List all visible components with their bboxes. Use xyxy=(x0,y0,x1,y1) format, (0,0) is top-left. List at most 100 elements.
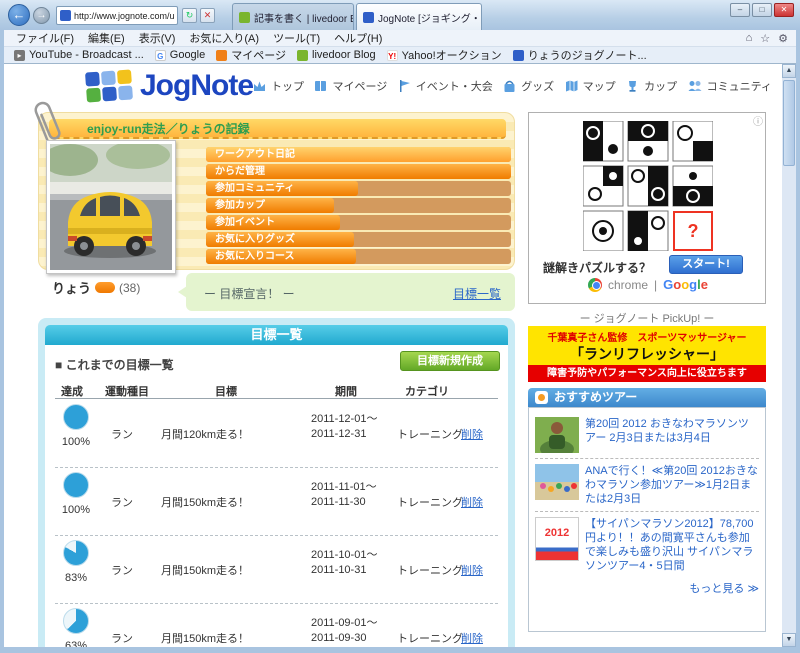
nav-label: マップ xyxy=(582,81,616,93)
nav-label: マイページ xyxy=(332,81,388,93)
event-flag-icon xyxy=(399,80,410,92)
window-bottom-border xyxy=(0,647,800,653)
more-tours-link[interactable]: もっと見る ≫ xyxy=(535,580,759,596)
home-icon[interactable]: ⌂ xyxy=(746,32,753,45)
tab-livedoor[interactable]: 記事を書く | livedoor Blog xyxy=(232,3,354,30)
yahoo-icon: Y! xyxy=(386,49,398,61)
menu-help[interactable]: ヘルプ(H) xyxy=(328,30,388,46)
goal-row: 100% ラン 月間120km走る！ 2011-12-01～ 2011-12-31… xyxy=(55,400,498,468)
tab-jognote[interactable]: JogNote [ジョギング・マ... ✕ xyxy=(356,3,482,30)
tour-icon xyxy=(535,391,548,404)
top-icon xyxy=(254,81,265,91)
menu-bar-label: 参加カップ xyxy=(206,198,334,213)
menu-communities[interactable]: 参加コミュニティ xyxy=(206,181,511,196)
nav-events[interactable]: イベント・大会 xyxy=(397,78,493,94)
maximize-button[interactable]: □ xyxy=(752,3,772,17)
menu-favorite-courses[interactable]: お気に入りコース xyxy=(206,249,511,264)
favorite-label: YouTube - Broadcast ... xyxy=(29,49,144,61)
nav-label: トップ xyxy=(271,81,304,93)
minimize-button[interactable]: – xyxy=(730,3,750,17)
livedoor-tab-favicon xyxy=(239,11,250,23)
forward-button[interactable]: → xyxy=(33,7,50,24)
period: 2011-10-01～ 2011-10-31 xyxy=(311,548,377,578)
nav-mypage[interactable]: マイページ xyxy=(313,78,387,94)
profile-menu: ワークアウト日記 からだ管理 参加コミュニティ 参加カップ 参加イベント お気に… xyxy=(206,147,511,266)
nav-community[interactable]: コミュニティ xyxy=(687,78,772,94)
nav-cups[interactable]: カップ xyxy=(625,78,677,94)
progress-pie xyxy=(63,540,89,566)
delete-link[interactable]: 削除 xyxy=(461,426,483,442)
goal-declaration-bubble: ー 目標宣言！ ー 目標一覧 xyxy=(178,273,515,311)
menu-cups[interactable]: 参加カップ xyxy=(206,198,511,213)
tours-box: 第20回 2012 おきなわマラソンツアー 2月3日または3月4日 ANAで行く… xyxy=(528,407,766,632)
period: 2011-11-01～ 2011-11-30 xyxy=(311,480,377,510)
scrollbar-thumb[interactable] xyxy=(783,80,795,166)
ad-info-icon[interactable]: ⓘ xyxy=(753,113,763,128)
start-button[interactable]: スタート! xyxy=(669,255,743,274)
tab-label: 記事を書く | livedoor Blog xyxy=(254,13,353,25)
jognote-logo[interactable]: JogNote xyxy=(85,69,254,103)
sport: ラン xyxy=(111,633,133,645)
favorite-livedoor[interactable]: livedoor Blog xyxy=(297,49,376,61)
tours-title: おすすめツアー xyxy=(554,390,638,404)
tour-link[interactable]: 【サイパンマラソン2012】78,700円より！！あの間寛平さんも参加で楽しみも… xyxy=(585,517,759,573)
scroll-up-arrow[interactable]: ▲ xyxy=(782,64,796,78)
address-bar[interactable] xyxy=(56,6,178,25)
goals-table-header: 達成 運動種目 目標 期間 カテゴリ xyxy=(55,381,498,399)
delete-link[interactable]: 削除 xyxy=(461,494,483,510)
col-category: カテゴリ xyxy=(405,386,449,398)
close-button[interactable]: ✕ xyxy=(774,3,794,17)
favorites-bar: ▸ YouTube - Broadcast ... G Google マイページ l… xyxy=(4,47,796,64)
favorite-google[interactable]: G Google xyxy=(154,49,205,61)
favorite-label: livedoor Blog xyxy=(312,49,376,61)
nav-top[interactable]: トップ xyxy=(252,78,304,94)
menu-events[interactable]: 参加イベント xyxy=(206,215,511,230)
tour-item[interactable]: 2012 【サイパンマラソン2012】78,700円より！！あの間寛平さんも参加… xyxy=(535,514,759,576)
trophy-icon xyxy=(629,81,637,92)
tools-icon[interactable]: ⚙ xyxy=(778,32,788,45)
goals-panel: 目標一覧 ■ これまでの目標一覧 目標新規作成 達成 運動種目 目標 期間 カテ… xyxy=(38,318,515,647)
goal-list-link[interactable]: 目標一覧 xyxy=(453,285,501,302)
scroll-down-arrow[interactable]: ▼ xyxy=(782,633,796,647)
new-goal-button[interactable]: 目標新規作成 xyxy=(400,351,500,371)
nav-goods[interactable]: グッズ xyxy=(502,78,554,94)
favorite-jognote[interactable]: りょうのジョグノート... xyxy=(512,47,647,63)
sport: ラン xyxy=(111,429,133,441)
nav-map[interactable]: マップ xyxy=(564,78,616,94)
menu-favorites[interactable]: お気に入り(A) xyxy=(183,30,265,46)
delete-link[interactable]: 削除 xyxy=(461,562,483,578)
menu-favorite-goods[interactable]: お気に入りグッズ xyxy=(206,232,511,247)
goal-text: 月間150km走る！ xyxy=(161,633,250,645)
menu-file[interactable]: ファイル(F) xyxy=(10,30,80,46)
tour-link[interactable]: ANAで行く！≪第20回 2012おきなわマラソン参加ツアー≫1月2日または2月… xyxy=(585,464,759,506)
pickup-banner[interactable]: 千葉真子さん監修 スポーツマッサージャー 「ランリフレッシャー」 障害予防やパフ… xyxy=(528,326,766,382)
stop-button[interactable]: ✕ xyxy=(200,8,215,23)
mystery-tile[interactable]: ? xyxy=(673,211,713,251)
address-input[interactable] xyxy=(74,10,174,21)
sport: ラン xyxy=(111,497,133,509)
divider xyxy=(535,458,759,459)
user-age: (38) xyxy=(119,280,141,295)
delete-link[interactable]: 削除 xyxy=(461,630,483,646)
period-to: 2011-11-30 xyxy=(311,496,366,508)
puzzle-ad[interactable]: ⓘ ? 謎解きパズルする？ スタート! chrome | Google xyxy=(528,112,766,304)
menu-body-management[interactable]: からだ管理 xyxy=(206,164,511,179)
star-icon[interactable]: ☆ xyxy=(760,32,770,45)
menu-view[interactable]: 表示(V) xyxy=(133,30,182,46)
menu-edit[interactable]: 編集(E) xyxy=(82,30,131,46)
browser-window: ← → ↻ ✕ 記事を書く | livedoor Blog JogNote [ジ… xyxy=(0,0,800,653)
tour-item[interactable]: 第20回 2012 おきなわマラソンツアー 2月3日または3月4日 xyxy=(535,414,759,456)
col-goal: 目標 xyxy=(215,386,237,398)
vertical-scrollbar[interactable]: ▲ ▼ xyxy=(782,64,796,647)
map-icon xyxy=(565,80,578,92)
category: トレーニング xyxy=(397,429,463,441)
favorite-youtube[interactable]: ▸ YouTube - Broadcast ... xyxy=(14,49,144,61)
refresh-button[interactable]: ↻ xyxy=(182,8,197,23)
menu-tools[interactable]: ツール(T) xyxy=(267,30,326,46)
menu-workout-diary[interactable]: ワークアウト日記 xyxy=(206,147,511,162)
tour-link[interactable]: 第20回 2012 おきなわマラソンツアー 2月3日または3月4日 xyxy=(585,417,759,453)
favorite-yahoo[interactable]: Y! Yahoo!オークション xyxy=(386,47,502,63)
favorite-mypage[interactable]: マイページ xyxy=(216,47,286,63)
tour-item[interactable]: ANAで行く！≪第20回 2012おきなわマラソン参加ツアー≫1月2日または2月… xyxy=(535,461,759,509)
back-button[interactable]: ← xyxy=(8,4,30,26)
